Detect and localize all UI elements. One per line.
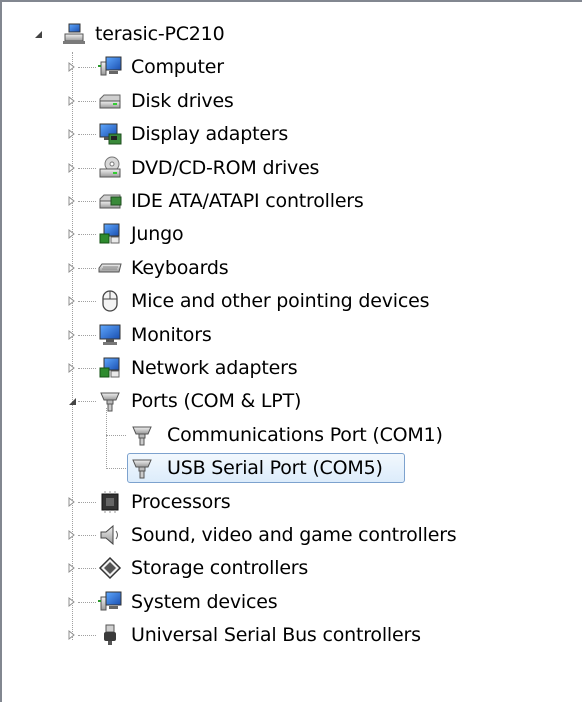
tree-item-dvd-cd-rom-drives[interactable]: DVD/CD-ROM drives [2,153,582,183]
expand-arrow-icon[interactable] [66,95,78,107]
usb-icon [98,623,122,647]
tree-item-label: Communications Port (COM1) [167,423,443,446]
mouse-icon [98,289,122,313]
tree-item-label: USB Serial Port (COM5) [167,457,383,480]
tree-item-monitors[interactable]: Monitors [2,320,582,350]
expand-arrow-icon[interactable] [66,228,78,240]
expand-arrow-icon[interactable] [66,629,78,641]
tree-item-storage-controllers[interactable]: Storage controllers [2,553,582,583]
tree-item-ide-ata-atapi-controllers[interactable]: IDE ATA/ATAPI controllers [2,186,582,216]
dvd-drive-icon [98,156,122,180]
expand-arrow-icon[interactable] [66,61,78,73]
collapse-arrow-icon[interactable] [32,28,44,40]
tree-connector-line [106,407,107,469]
processor-icon [98,490,122,514]
tree-item-disk-drives[interactable]: Disk drives [2,86,582,116]
tree-item-jungo[interactable]: Jungo [2,219,582,249]
computer-icon [98,55,122,79]
display-adapter-icon [98,122,122,146]
tree-item-label: Computer [131,56,224,79]
tree-item-label: DVD/CD-ROM drives [131,156,320,179]
tree-item-display-adapters[interactable]: Display adapters [2,119,582,149]
collapse-arrow-icon[interactable] [66,395,78,407]
expand-arrow-icon[interactable] [66,128,78,140]
tree-item-label: Sound, video and game controllers [131,524,457,546]
expand-arrow-icon[interactable] [66,162,78,174]
keyboard-icon [98,256,122,280]
tree-root-computer[interactable]: terasic-PC210 [2,19,582,49]
port-icon [130,423,154,447]
ide-controller-icon [98,189,122,213]
port-icon [130,456,154,480]
expand-arrow-icon[interactable] [66,496,78,508]
expand-arrow-icon[interactable] [66,262,78,274]
expand-arrow-icon[interactable] [66,362,78,374]
port-icon [98,389,122,413]
tree-subitem-usb-serial-port-com5[interactable]: USB Serial Port (COM5) [2,453,582,484]
jungo-device-icon [98,222,122,246]
tree-item-label: Monitors [131,323,212,346]
tree-item-label: Universal Serial Bus controllers [131,624,421,647]
monitor-icon [98,323,122,347]
tree-item-label: System devices [131,590,278,613]
computer-network-icon [62,22,86,46]
tree-item-sound-video-and-game-controllers[interactable]: Sound, video and game controllers [2,520,582,550]
disk-drive-icon [98,89,122,113]
expand-arrow-icon[interactable] [66,295,78,307]
expand-arrow-icon[interactable] [66,195,78,207]
tree-item-system-devices[interactable]: System devices [2,587,582,617]
tree-item-label: Ports (COM & LPT) [131,390,302,413]
network-adapter-icon [98,356,122,380]
tree-item-label: Network adapters [131,357,298,379]
tree-item-computer[interactable]: Computer [2,52,582,82]
tree-item-label: Disk drives [131,89,234,112]
speaker-icon [98,523,122,547]
tree-item-label: Storage controllers [131,557,309,580]
expand-arrow-icon[interactable] [66,562,78,574]
tree-item-label: Jungo [131,223,184,246]
tree-item-processors[interactable]: Processors [2,487,582,517]
tree-item-keyboards[interactable]: Keyboards [2,253,582,283]
tree-item-label: Keyboards [131,256,229,279]
tree-item-network-adapters[interactable]: Network adapters [2,353,582,383]
tree-item-label: Display adapters [131,123,289,146]
system-devices-icon [98,590,122,614]
tree-subitem-communications-port-com1[interactable]: Communications Port (COM1) [2,420,582,450]
tree-item-mice-and-other-pointing-devices[interactable]: Mice and other pointing devices [2,286,582,316]
tree-item-label: Processors [131,490,231,513]
storage-controller-icon [98,556,122,580]
tree-item-label: terasic-PC210 [95,23,225,45]
expand-arrow-icon[interactable] [66,529,78,541]
device-manager-tree-pane: terasic-PC210 Computer Disk drives Display … [0,0,582,702]
tree-item-universal-serial-bus-controllers[interactable]: Universal Serial Bus controllers [2,620,582,650]
tree-item-ports-com-lpt[interactable]: Ports (COM & LPT) [2,386,582,416]
expand-arrow-icon[interactable] [66,596,78,608]
tree-item-label: IDE ATA/ATAPI controllers [131,190,364,212]
expand-arrow-icon[interactable] [66,329,78,341]
tree-item-label: Mice and other pointing devices [131,290,430,313]
